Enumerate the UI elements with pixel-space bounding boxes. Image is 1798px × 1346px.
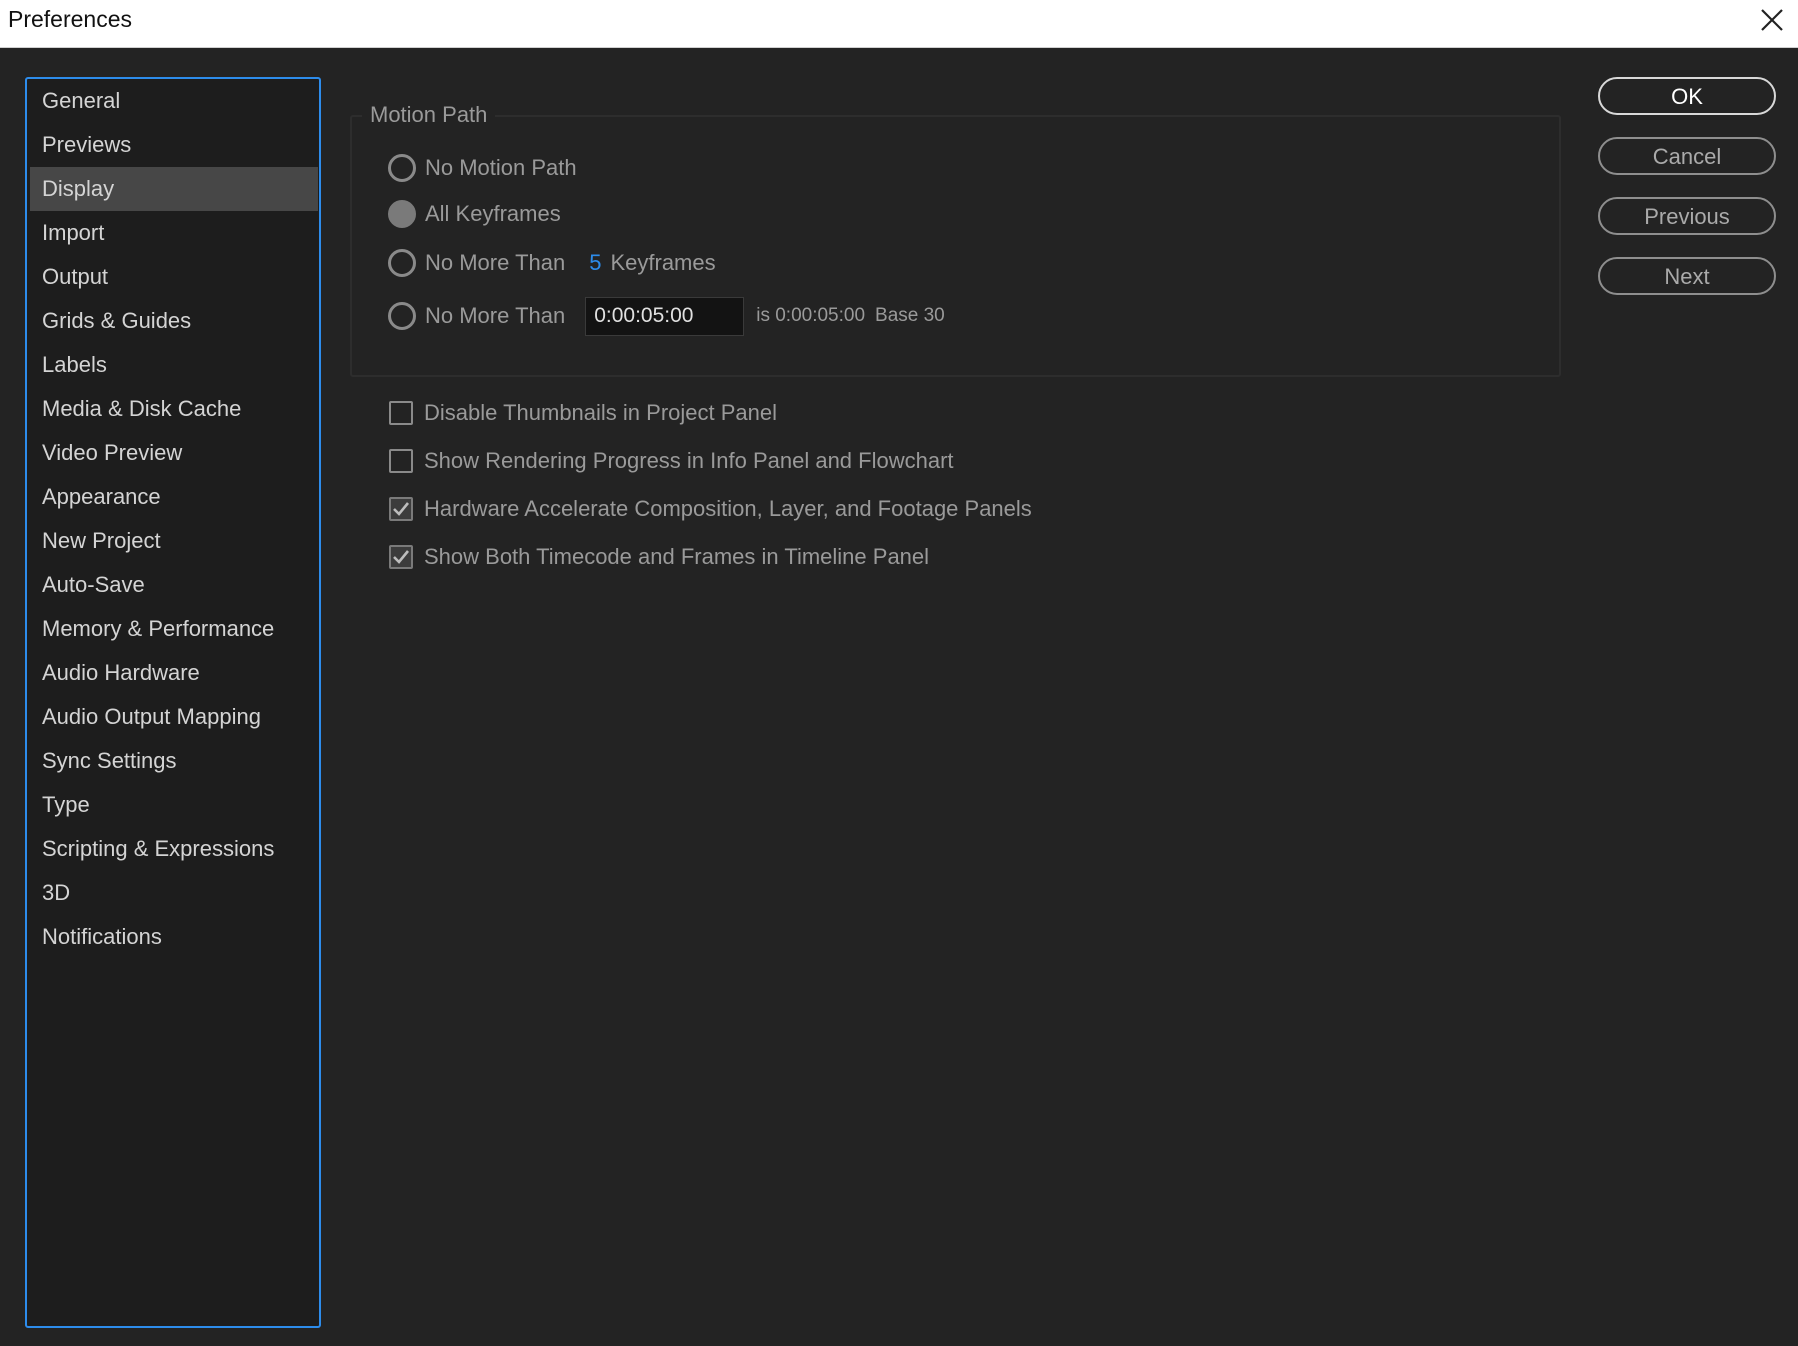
option-max-keyframes: No More Than 5 Keyframes bbox=[388, 246, 716, 280]
sidebar-item-audio-hardware[interactable]: Audio Hardware bbox=[30, 651, 318, 695]
checkbox-label[interactable]: Disable Thumbnails in Project Panel bbox=[424, 400, 777, 426]
sidebar-item-notifications[interactable]: Notifications bbox=[30, 915, 318, 959]
radio-label[interactable]: All Keyframes bbox=[425, 201, 561, 227]
sidebar-item-scripting-expressions[interactable]: Scripting & Expressions bbox=[30, 827, 318, 871]
checkbox-label[interactable]: Show Both Timecode and Frames in Timelin… bbox=[424, 544, 929, 570]
timecode-base-label: Base 30 bbox=[875, 305, 945, 326]
timecode-field[interactable] bbox=[585, 296, 745, 336]
radio-label[interactable]: No More Than bbox=[425, 303, 565, 329]
sidebar-item-import[interactable]: Import bbox=[30, 211, 318, 255]
sidebar-item-video-preview[interactable]: Video Preview bbox=[30, 431, 318, 475]
radio-label[interactable]: No Motion Path bbox=[425, 155, 577, 181]
checkbox-hardware-accelerate[interactable] bbox=[389, 497, 413, 521]
sidebar-item-sync-settings[interactable]: Sync Settings bbox=[30, 739, 318, 783]
radio-max-keyframes[interactable] bbox=[388, 249, 416, 277]
checkbox-disable-thumbnails[interactable] bbox=[389, 401, 413, 425]
sidebar-item-grids-guides[interactable]: Grids & Guides bbox=[30, 299, 318, 343]
checkmark-icon bbox=[393, 502, 410, 516]
checkmark-icon bbox=[393, 550, 410, 564]
option-max-time: No More Than is 0:00:05:00 Base 30 bbox=[388, 296, 945, 336]
previous-button[interactable]: Previous bbox=[1598, 197, 1776, 235]
sidebar-item-output[interactable]: Output bbox=[30, 255, 318, 299]
sidebar-item-general[interactable]: General bbox=[30, 79, 318, 123]
checkbox-show-rendering-progress[interactable] bbox=[389, 449, 413, 473]
check-hardware-accelerate: Hardware Accelerate Composition, Layer, … bbox=[389, 492, 1032, 526]
option-all-keyframes: All Keyframes bbox=[388, 197, 561, 231]
check-show-rendering-progress: Show Rendering Progress in Info Panel an… bbox=[389, 444, 954, 478]
sidebar-item-appearance[interactable]: Appearance bbox=[30, 475, 318, 519]
checkbox-label[interactable]: Hardware Accelerate Composition, Layer, … bbox=[424, 496, 1032, 522]
sidebar-item-labels[interactable]: Labels bbox=[30, 343, 318, 387]
sidebar-item-new-project[interactable]: New Project bbox=[30, 519, 318, 563]
next-button[interactable]: Next bbox=[1598, 257, 1776, 295]
check-show-timecode-frames: Show Both Timecode and Frames in Timelin… bbox=[389, 540, 929, 574]
keyframes-unit-label: Keyframes bbox=[610, 250, 716, 275]
preferences-dialog: General Previews Display Import Output G… bbox=[0, 48, 1798, 1346]
sidebar-item-type[interactable]: Type bbox=[30, 783, 318, 827]
sidebar-item-memory-performance[interactable]: Memory & Performance bbox=[30, 607, 318, 651]
sidebar-item-media-disk-cache[interactable]: Media & Disk Cache bbox=[30, 387, 318, 431]
checkbox-label[interactable]: Show Rendering Progress in Info Panel an… bbox=[424, 448, 954, 474]
radio-all-keyframes[interactable] bbox=[388, 200, 416, 228]
check-disable-thumbnails: Disable Thumbnails in Project Panel bbox=[389, 396, 777, 430]
radio-max-time[interactable] bbox=[388, 302, 416, 330]
sidebar-item-audio-output-mapping[interactable]: Audio Output Mapping bbox=[30, 695, 318, 739]
checkbox-show-timecode-frames[interactable] bbox=[389, 545, 413, 569]
radio-label[interactable]: No More Than bbox=[425, 250, 565, 276]
motion-path-legend: Motion Path bbox=[362, 102, 496, 128]
sidebar-item-display[interactable]: Display bbox=[30, 167, 318, 211]
radio-no-motion-path[interactable] bbox=[388, 154, 416, 182]
close-icon[interactable] bbox=[1756, 4, 1788, 36]
cancel-button[interactable]: Cancel bbox=[1598, 137, 1776, 175]
preferences-category-list: General Previews Display Import Output G… bbox=[25, 77, 321, 1328]
ok-button[interactable]: OK bbox=[1598, 77, 1776, 115]
title-bar: Preferences bbox=[0, 0, 1798, 48]
timecode-description: is 0:00:05:00 bbox=[756, 305, 866, 326]
option-no-motion-path: No Motion Path bbox=[388, 151, 577, 185]
sidebar-item-previews[interactable]: Previews bbox=[30, 123, 318, 167]
sidebar-item-3d[interactable]: 3D bbox=[30, 871, 318, 915]
keyframe-count-scrubber[interactable]: 5 bbox=[589, 250, 601, 276]
sidebar-item-auto-save[interactable]: Auto-Save bbox=[30, 563, 318, 607]
window-title: Preferences bbox=[8, 6, 133, 32]
